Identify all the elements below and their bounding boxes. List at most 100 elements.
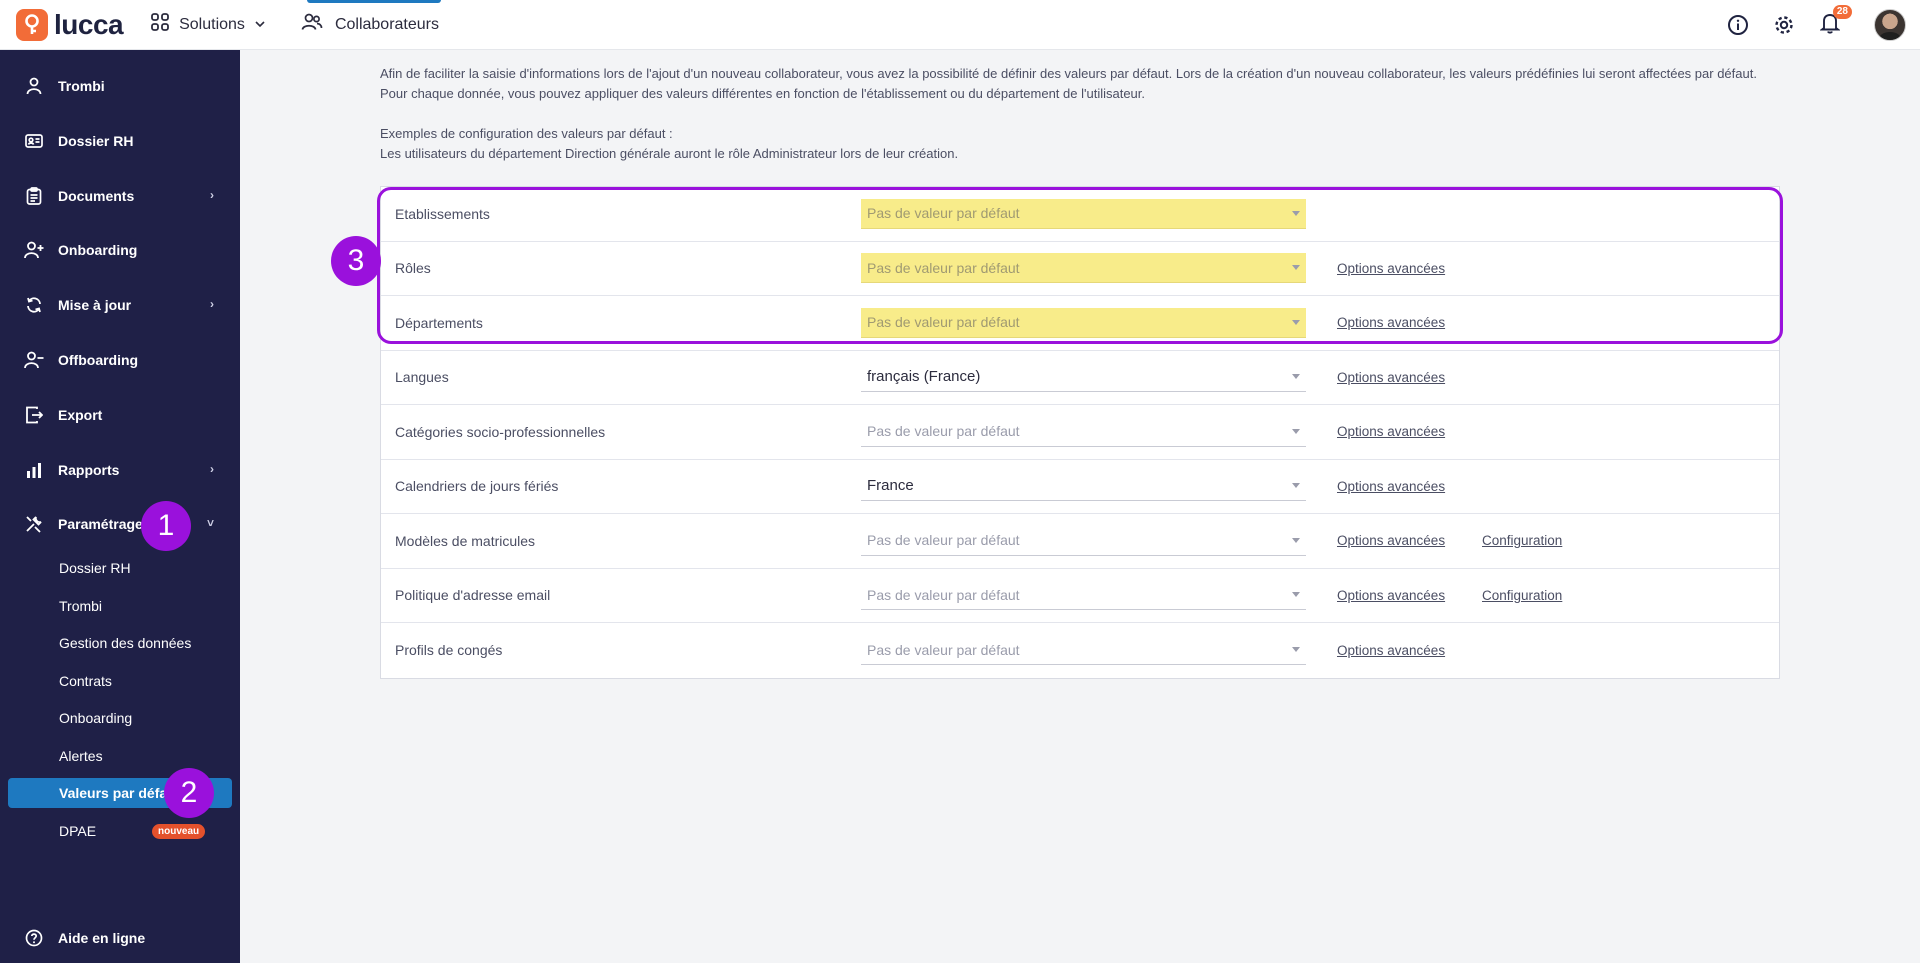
caret-down-icon bbox=[1292, 428, 1300, 434]
sidebar-item-export[interactable]: Export bbox=[0, 397, 240, 433]
sidebar-item-aide-en-ligne[interactable]: Aide en ligne bbox=[0, 920, 240, 956]
select-value: Pas de valeur par défaut bbox=[867, 205, 1020, 222]
advanced-options-link[interactable]: Options avancées bbox=[1337, 533, 1445, 548]
sidebar-item-rapports[interactable]: Rapports › bbox=[0, 452, 240, 488]
advanced-options-link[interactable]: Options avancées bbox=[1337, 261, 1445, 276]
sidebar-sub-item-trombi[interactable]: Trombi bbox=[0, 591, 240, 621]
intro-text: Afin de faciliter la saisie d'informatio… bbox=[380, 64, 1780, 164]
intro-line: Afin de faciliter la saisie d'informatio… bbox=[380, 66, 1757, 81]
default-value-select[interactable]: Pas de valeur par défaut bbox=[861, 580, 1306, 611]
select-value: français (France) bbox=[867, 368, 981, 386]
sidebar-item-label: Trombi bbox=[58, 78, 105, 94]
notification-count-badge: 28 bbox=[1832, 5, 1852, 19]
info-icon[interactable] bbox=[1726, 13, 1750, 37]
annotation-marker-3: 3 bbox=[331, 236, 381, 286]
select-value: France bbox=[867, 477, 914, 495]
row-label: Etablissements bbox=[395, 205, 490, 222]
advanced-options-link[interactable]: Options avancées bbox=[1337, 315, 1445, 330]
caret-down-icon bbox=[1292, 210, 1300, 216]
configuration-link[interactable]: Configuration bbox=[1482, 588, 1562, 603]
select-value: Pas de valeur par défaut bbox=[867, 586, 1020, 603]
advanced-options-link[interactable]: Options avancées bbox=[1337, 479, 1445, 494]
select-value: Pas de valeur par défaut bbox=[867, 532, 1020, 549]
logo-text: lucca bbox=[54, 8, 124, 40]
solutions-label: Solutions bbox=[179, 15, 245, 33]
select-value: Pas de valeur par défaut bbox=[867, 423, 1020, 440]
person-add-icon bbox=[24, 240, 44, 260]
advanced-options-link[interactable]: Options avancées bbox=[1337, 424, 1445, 439]
avatar[interactable] bbox=[1874, 9, 1906, 41]
table-row: Modèles de matricules Pas de valeur par … bbox=[381, 514, 1779, 569]
person-remove-icon bbox=[24, 350, 44, 370]
sidebar-item-label: Documents bbox=[58, 188, 135, 204]
default-value-select[interactable]: Pas de valeur par défaut bbox=[861, 253, 1306, 284]
sidebar-item-label: Dossier RH bbox=[58, 133, 134, 149]
sidebar-item-documents[interactable]: Documents › bbox=[0, 178, 240, 214]
row-label: Rôles bbox=[395, 260, 431, 277]
sidebar-item-onboarding[interactable]: Onboarding bbox=[0, 232, 240, 268]
sidebar-item-label: Offboarding bbox=[58, 352, 139, 368]
intro-line: Exemples de configuration des valeurs pa… bbox=[380, 126, 673, 141]
sidebar-item-label: Paramétrage bbox=[58, 516, 143, 532]
lucca-logo[interactable]: lucca bbox=[16, 8, 124, 41]
chevron-right-icon: › bbox=[210, 462, 214, 476]
people-icon bbox=[301, 13, 323, 36]
advanced-options-link[interactable]: Options avancées bbox=[1337, 588, 1445, 603]
sidebar-item-label: DPAE bbox=[59, 823, 97, 839]
table-row: Profils de congés Pas de valeur par défa… bbox=[381, 623, 1779, 678]
collaborateurs-tab[interactable]: Collaborateurs bbox=[299, 0, 442, 50]
default-values-table: Etablissements Pas de valeur par défaut … bbox=[380, 186, 1780, 679]
sidebar-item-label: Mise à jour bbox=[58, 297, 132, 313]
row-label: Modèles de matricules bbox=[395, 532, 536, 549]
row-label: Politique d'adresse email bbox=[395, 587, 551, 604]
collaborateurs-label: Collaborateurs bbox=[334, 15, 439, 33]
default-value-select[interactable]: Pas de valeur par défaut bbox=[861, 526, 1306, 556]
default-value-select[interactable]: France bbox=[861, 471, 1306, 502]
sidebar-sub-item-gestion-des-donnees[interactable]: Gestion des données bbox=[0, 628, 240, 658]
sidebar-item-dossier-rh[interactable]: Dossier RH bbox=[0, 123, 240, 159]
sidebar-sub-item-dpae[interactable]: DPAE nouveau bbox=[0, 816, 240, 846]
notifications-button[interactable]: 28 bbox=[1818, 5, 1852, 37]
sidebar-item-label: Rapports bbox=[58, 462, 120, 478]
default-value-select[interactable]: Pas de valeur par défaut bbox=[861, 307, 1306, 338]
sidebar-item-mise-a-jour[interactable]: Mise à jour › bbox=[0, 287, 240, 323]
configuration-link[interactable]: Configuration bbox=[1482, 533, 1562, 548]
help-icon bbox=[24, 928, 44, 948]
table-row: Langues français (France) Options avancé… bbox=[381, 351, 1779, 405]
intro-spacer bbox=[380, 104, 1780, 124]
apps-grid-icon bbox=[151, 13, 170, 36]
default-value-select[interactable]: Pas de valeur par défaut bbox=[861, 198, 1306, 229]
new-badge: nouveau bbox=[152, 823, 206, 839]
default-value-select[interactable]: français (France) bbox=[861, 362, 1306, 393]
sidebar-item-offboarding[interactable]: Offboarding bbox=[0, 342, 240, 378]
sidebar-item-parametrage[interactable]: Paramétrage ˅ bbox=[0, 506, 240, 542]
default-value-select[interactable]: Pas de valeur par défaut bbox=[861, 635, 1306, 666]
sidebar-sub-item-contrats[interactable]: Contrats bbox=[0, 666, 240, 696]
gear-icon[interactable] bbox=[1772, 13, 1796, 37]
row-label: Langues bbox=[395, 369, 449, 386]
chevron-right-icon: › bbox=[210, 297, 214, 311]
advanced-options-link[interactable]: Options avancées bbox=[1337, 643, 1445, 658]
sidebar-sub-item-onboarding[interactable]: Onboarding bbox=[0, 703, 240, 733]
sidebar-item-trombi[interactable]: Trombi bbox=[0, 68, 240, 104]
sidebar-item-label: Aide en ligne bbox=[58, 930, 146, 946]
sidebar-item-label: Onboarding bbox=[58, 242, 138, 258]
tools-icon bbox=[24, 514, 44, 534]
sidebar-sub-item-dossier-rh[interactable]: Dossier RH bbox=[0, 553, 240, 583]
default-value-select[interactable]: Pas de valeur par défaut bbox=[861, 417, 1306, 447]
advanced-options-link[interactable]: Options avancées bbox=[1337, 370, 1445, 385]
table-row: Politique d'adresse email Pas de valeur … bbox=[381, 569, 1779, 623]
sidebar: Trombi Dossier RH Documents › Onboarding… bbox=[0, 50, 240, 963]
sidebar-sub-item-alertes[interactable]: Alertes bbox=[0, 741, 240, 771]
select-value: Pas de valeur par défaut bbox=[867, 314, 1020, 331]
table-row: Catégories socio-professionnelles Pas de… bbox=[381, 405, 1779, 460]
lucca-logo-icon bbox=[16, 8, 48, 41]
chevron-right-icon: › bbox=[210, 188, 214, 202]
solutions-menu[interactable]: Solutions bbox=[151, 13, 265, 36]
row-label: Calendriers de jours fériés bbox=[395, 478, 559, 495]
chevron-down-icon: ˅ bbox=[206, 516, 214, 530]
table-row: Départements Pas de valeur par défaut Op… bbox=[381, 296, 1779, 351]
caret-down-icon bbox=[1292, 537, 1300, 543]
intro-line: Les utilisateurs du département Directio… bbox=[380, 146, 959, 161]
chevron-down-icon bbox=[255, 16, 265, 34]
